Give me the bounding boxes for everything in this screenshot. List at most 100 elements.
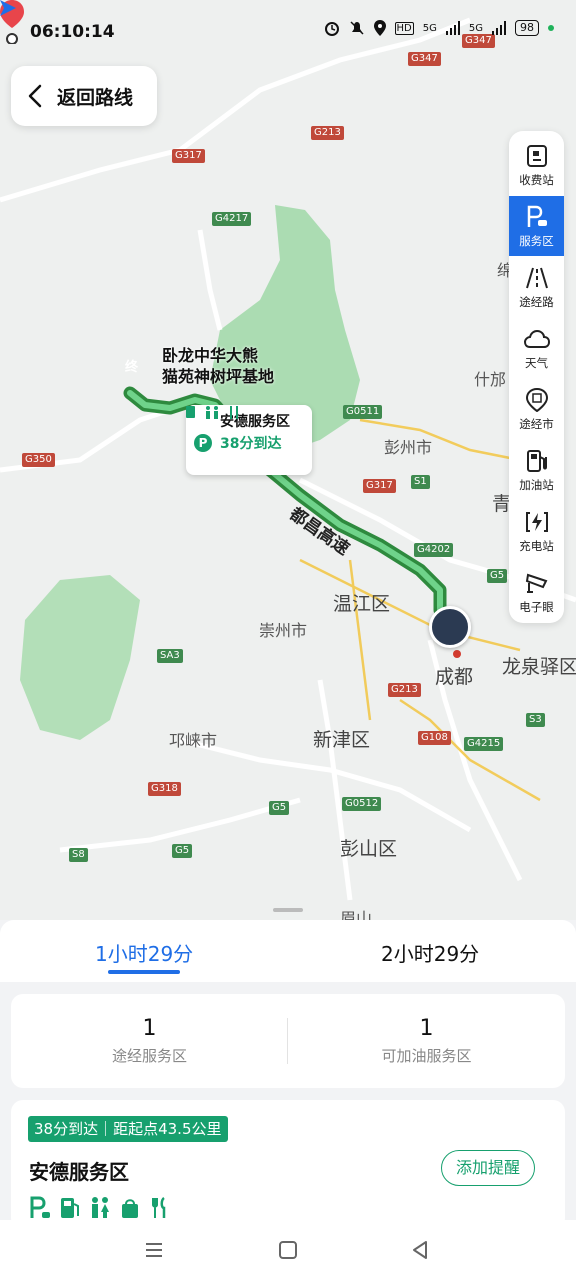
side-item-weather[interactable]: 天气: [509, 318, 564, 378]
location-icon: [373, 20, 386, 36]
tab-route-2[interactable]: 2小时29分: [381, 938, 479, 967]
place-label: 眉山: [340, 909, 373, 920]
back-button-label: 返回路线: [57, 86, 134, 109]
toll-station-icon: [526, 144, 547, 167]
service-area-icon: [527, 205, 547, 227]
side-item-service-area[interactable]: 服务区: [509, 196, 564, 256]
amenity-icon-row: [186, 406, 238, 419]
route-tabs: 1小时29分 2小时29分: [0, 920, 576, 982]
hd-badge: HD: [394, 21, 414, 35]
signal-icon: [492, 21, 506, 35]
camera-icon: [525, 573, 547, 593]
stat-fuel-service-areas: 1 可加油服务区: [288, 994, 565, 1088]
road-icon: [525, 267, 548, 288]
weather-icon: [523, 329, 550, 348]
add-reminder-button[interactable]: 添加提醒: [441, 1150, 535, 1186]
road-tag: S1: [411, 475, 430, 489]
side-item-label: 服务区: [519, 233, 554, 248]
back-triangle-icon[interactable]: [408, 1238, 432, 1262]
side-item-camera[interactable]: 电子眼: [509, 562, 564, 622]
road-tag: G5: [172, 844, 193, 858]
side-item-label: 加油站: [519, 477, 554, 492]
mute-icon: [349, 21, 364, 35]
road-tag: G4202: [414, 543, 454, 557]
road-tag: G213: [311, 126, 344, 140]
place-label: 邛崃市: [169, 731, 218, 750]
restroom-icon: [92, 1197, 109, 1218]
side-item-label: 途经路: [519, 294, 554, 309]
network-label: 5G: [468, 22, 483, 34]
stat-caption: 途经服务区: [111, 1047, 187, 1065]
stat-value: 1: [419, 1016, 434, 1041]
place-label: 崇州市: [259, 621, 308, 640]
status-bar: 06:10:14 HD 5G 5G 98: [0, 0, 576, 64]
status-time: 06:10:14: [30, 22, 115, 42]
road-tag: S8: [69, 848, 88, 862]
destination-label[interactable]: 卧龙中华大熊 猫苑神树坪基地: [162, 345, 274, 387]
destination-pin-label: 终: [125, 360, 139, 375]
tab-underline: [108, 970, 180, 974]
menu-icon[interactable]: [142, 1238, 166, 1262]
service-area-detail-card[interactable]: 38分到达｜距起点43.5公里 安德服务区 添加提醒: [11, 1100, 565, 1230]
road-tag: G0511: [343, 405, 383, 419]
side-item-label: 充电站: [519, 538, 554, 553]
city-icon: [525, 387, 548, 412]
stat-caption: 可加油服务区: [381, 1047, 472, 1065]
road-tag: G318: [148, 782, 181, 796]
parking-icon: [30, 1196, 50, 1218]
chevron-left-icon: [28, 84, 42, 108]
road-tag: G4217: [212, 212, 252, 226]
side-item-road[interactable]: 途经路: [509, 257, 564, 317]
map-side-panel: 收费站 服务区 途经路 天气 途经市 加油站 充电站 电子眼: [509, 131, 564, 623]
sheet-drag-handle[interactable]: [273, 908, 303, 912]
road-tag: G5: [269, 801, 290, 815]
privacy-dot-icon: [548, 25, 554, 31]
road-tag: S3: [526, 713, 545, 727]
road-tag: G4215: [464, 737, 504, 751]
road-tag: SA3: [157, 649, 183, 663]
place-label: 什邡: [474, 370, 507, 389]
service-area-icon: P: [194, 434, 212, 452]
service-area-eta: 38分到达: [220, 436, 282, 452]
road-tag: G317: [363, 479, 396, 493]
network-label: 5G: [422, 22, 437, 34]
gas-icon: [61, 1198, 79, 1218]
shop-icon: [122, 1199, 138, 1218]
side-item-toll-station[interactable]: 收费站: [509, 135, 564, 195]
battery-icon: 98: [515, 20, 539, 36]
service-area-card[interactable]: 安德服务区 P 38分到达: [186, 405, 312, 475]
gas-station-icon: [526, 449, 547, 472]
service-stats-card: 1 途经服务区 1 可加油服务区: [11, 994, 565, 1088]
eta-distance-badge: 38分到达｜距起点43.5公里: [28, 1116, 228, 1142]
road-tag: G213: [388, 683, 421, 697]
side-item-city[interactable]: 途经市: [509, 379, 564, 439]
stat-service-areas: 1 途经服务区: [11, 994, 288, 1088]
side-item-charging-station[interactable]: 充电站: [509, 501, 564, 561]
place-label: 成都: [435, 666, 474, 688]
current-location-marker: [429, 606, 471, 648]
side-item-label: 天气: [525, 355, 548, 370]
side-item-gas-station[interactable]: 加油站: [509, 440, 564, 500]
road-tag: G0512: [342, 797, 382, 811]
tab-route-1[interactable]: 1小时29分: [95, 938, 193, 967]
route-bottom-sheet: 1小时29分 2小时29分 1 途经服务区 1 可加油服务区 38分到达｜距起点…: [0, 920, 576, 1230]
road-tag: G317: [172, 149, 205, 163]
place-label: 新津区: [313, 729, 371, 751]
road-tag: G350: [22, 453, 55, 467]
restaurant-icon: [152, 1196, 166, 1218]
place-label: 彭州市: [384, 438, 433, 457]
system-nav-bar: [0, 1220, 576, 1280]
place-label: 彭山区: [340, 838, 398, 860]
place-label: 温江区: [333, 593, 391, 615]
home-icon[interactable]: [276, 1238, 300, 1262]
place-label: 龙泉驿区: [502, 656, 576, 678]
amenity-row: [29, 1196, 171, 1220]
side-item-label: 收费站: [519, 172, 554, 187]
road-tag: G5: [487, 569, 508, 583]
charging-station-icon: [525, 511, 548, 532]
map-view[interactable]: G347 G347 G213 G317 G4217 G0511 G317 S1 …: [0, 0, 576, 920]
side-item-label: 电子眼: [519, 599, 554, 614]
side-item-label: 途经市: [519, 416, 554, 431]
road-tag: G108: [418, 731, 451, 745]
back-to-route-button[interactable]: 返回路线: [11, 66, 157, 126]
